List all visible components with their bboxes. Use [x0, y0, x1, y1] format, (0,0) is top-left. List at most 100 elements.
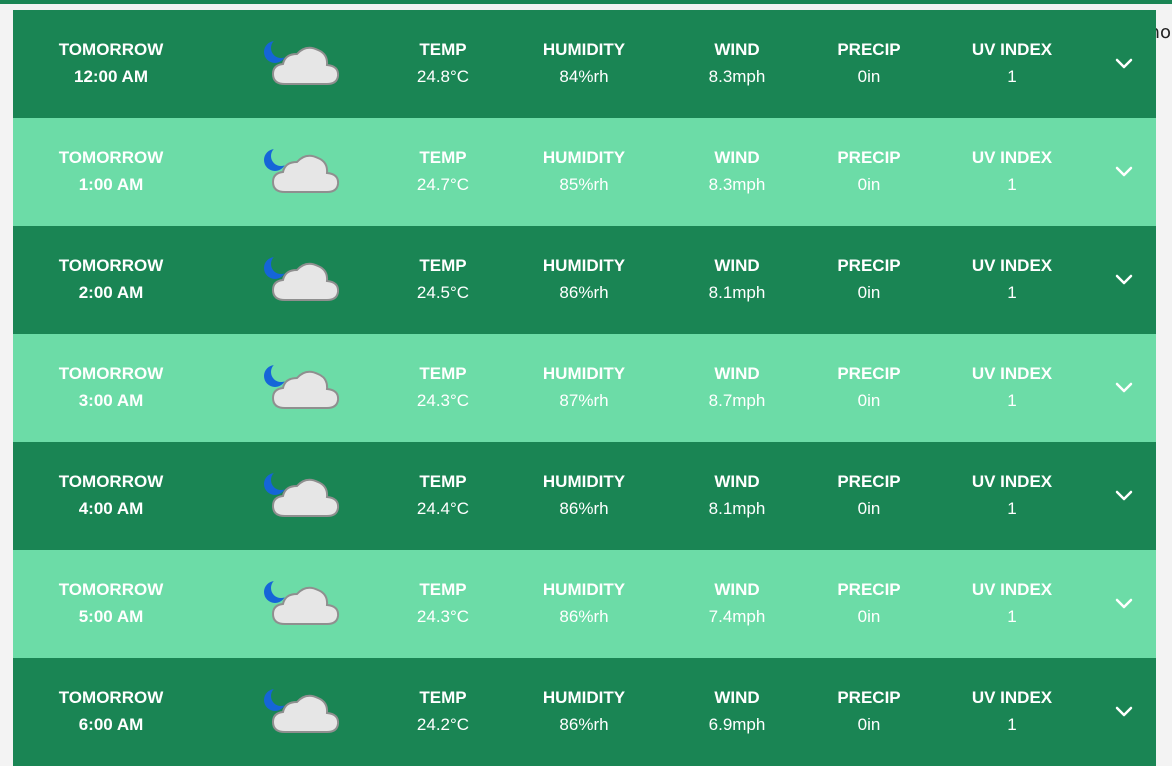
wind-label: WIND	[714, 40, 760, 59]
precip-cell: PRECIP 0in	[819, 468, 919, 522]
uv-value: 1	[1007, 391, 1017, 410]
temp-label: TEMP	[419, 40, 467, 59]
precip-value: 0in	[857, 715, 881, 734]
wind-label: WIND	[714, 688, 760, 707]
uv-cell: UV INDEX 1	[957, 684, 1067, 738]
humidity-value: 87%rh	[559, 391, 609, 410]
temp-label: TEMP	[419, 364, 467, 383]
day-label: TOMORROW	[58, 40, 164, 59]
partly-cloudy-night-icon	[259, 682, 343, 742]
humidity-value: 85%rh	[559, 175, 609, 194]
time-cell: TOMORROW 2:00 AM	[33, 252, 189, 306]
temp-value: 24.3°C	[416, 391, 470, 410]
precip-label: PRECIP	[837, 148, 901, 167]
temp-cell: TEMP 24.8°C	[393, 36, 493, 90]
chevron-down-icon[interactable]	[1111, 268, 1137, 290]
uv-value: 1	[1007, 715, 1017, 734]
wind-cell: WIND 8.3mph	[687, 36, 787, 90]
temp-value: 24.8°C	[416, 67, 470, 86]
day-label: TOMORROW	[58, 148, 164, 167]
uv-value: 1	[1007, 67, 1017, 86]
chevron-down-icon[interactable]	[1111, 52, 1137, 74]
day-label: TOMORROW	[58, 580, 164, 599]
time-label: 3:00 AM	[78, 391, 144, 410]
partly-cloudy-night-icon	[259, 466, 343, 526]
time-cell: TOMORROW 5:00 AM	[33, 576, 189, 630]
precip-cell: PRECIP 0in	[819, 576, 919, 630]
humidity-value: 86%rh	[559, 499, 609, 518]
precip-cell: PRECIP 0in	[819, 252, 919, 306]
time-cell: TOMORROW 6:00 AM	[33, 684, 189, 738]
partly-cloudy-night-icon	[259, 34, 343, 94]
temp-label: TEMP	[419, 580, 467, 599]
day-label: TOMORROW	[58, 364, 164, 383]
forecast-row[interactable]: TOMORROW 5:00 AM TEMP 24.3°C HUMIDITY 86…	[13, 550, 1156, 658]
wind-cell: WIND 8.1mph	[687, 468, 787, 522]
precip-value: 0in	[857, 175, 881, 194]
forecast-row[interactable]: TOMORROW 2:00 AM TEMP 24.5°C HUMIDITY 86…	[13, 226, 1156, 334]
wind-label: WIND	[714, 256, 760, 275]
uv-value: 1	[1007, 175, 1017, 194]
uv-cell: UV INDEX 1	[957, 36, 1067, 90]
humidity-cell: HUMIDITY 84%rh	[529, 36, 639, 90]
humidity-label: HUMIDITY	[542, 688, 626, 707]
time-label: 2:00 AM	[78, 283, 144, 302]
time-label: 12:00 AM	[73, 67, 148, 86]
partly-cloudy-night-icon	[259, 358, 343, 418]
uv-cell: UV INDEX 1	[957, 252, 1067, 306]
hourly-forecast-list: TOMORROW 12:00 AM TEMP 24.8°C HUMIDITY 8…	[13, 10, 1156, 766]
humidity-cell: HUMIDITY 85%rh	[529, 144, 639, 198]
uv-value: 1	[1007, 283, 1017, 302]
time-cell: TOMORROW 12:00 AM	[33, 36, 189, 90]
day-label: TOMORROW	[58, 688, 164, 707]
chevron-down-icon[interactable]	[1111, 376, 1137, 398]
uv-label: UV INDEX	[971, 40, 1053, 59]
wind-label: WIND	[714, 148, 760, 167]
forecast-row[interactable]: TOMORROW 3:00 AM TEMP 24.3°C HUMIDITY 87…	[13, 334, 1156, 442]
temp-label: TEMP	[419, 256, 467, 275]
chevron-down-icon[interactable]	[1111, 592, 1137, 614]
uv-label: UV INDEX	[971, 364, 1053, 383]
precip-value: 0in	[857, 607, 881, 626]
precip-label: PRECIP	[837, 40, 901, 59]
temp-value: 24.5°C	[416, 283, 470, 302]
wind-value: 8.1mph	[708, 283, 766, 302]
time-cell: TOMORROW 4:00 AM	[33, 468, 189, 522]
uv-cell: UV INDEX 1	[957, 576, 1067, 630]
precip-value: 0in	[857, 283, 881, 302]
humidity-label: HUMIDITY	[542, 148, 626, 167]
precip-cell: PRECIP 0in	[819, 36, 919, 90]
forecast-row[interactable]: TOMORROW 6:00 AM TEMP 24.2°C HUMIDITY 86…	[13, 658, 1156, 766]
temp-cell: TEMP 24.3°C	[393, 576, 493, 630]
wind-cell: WIND 8.1mph	[687, 252, 787, 306]
wind-value: 8.7mph	[708, 391, 766, 410]
wind-value: 8.1mph	[708, 499, 766, 518]
time-cell: TOMORROW 3:00 AM	[33, 360, 189, 414]
time-label: 6:00 AM	[78, 715, 144, 734]
time-label: 1:00 AM	[78, 175, 144, 194]
chevron-down-icon[interactable]	[1111, 484, 1137, 506]
day-label: TOMORROW	[58, 256, 164, 275]
forecast-row[interactable]: TOMORROW 12:00 AM TEMP 24.8°C HUMIDITY 8…	[13, 10, 1156, 118]
humidity-value: 86%rh	[559, 715, 609, 734]
humidity-cell: HUMIDITY 86%rh	[529, 684, 639, 738]
humidity-cell: HUMIDITY 87%rh	[529, 360, 639, 414]
temp-label: TEMP	[419, 148, 467, 167]
partly-cloudy-night-icon	[259, 574, 343, 634]
precip-value: 0in	[857, 391, 881, 410]
forecast-row[interactable]: TOMORROW 1:00 AM TEMP 24.7°C HUMIDITY 85…	[13, 118, 1156, 226]
day-label: TOMORROW	[58, 472, 164, 491]
uv-label: UV INDEX	[971, 580, 1053, 599]
precip-cell: PRECIP 0in	[819, 360, 919, 414]
temp-cell: TEMP 24.4°C	[393, 468, 493, 522]
chevron-down-icon[interactable]	[1111, 160, 1137, 182]
forecast-row[interactable]: TOMORROW 4:00 AM TEMP 24.4°C HUMIDITY 86…	[13, 442, 1156, 550]
temp-cell: TEMP 24.2°C	[393, 684, 493, 738]
humidity-label: HUMIDITY	[542, 472, 626, 491]
uv-label: UV INDEX	[971, 472, 1053, 491]
humidity-label: HUMIDITY	[542, 364, 626, 383]
uv-cell: UV INDEX 1	[957, 468, 1067, 522]
humidity-label: HUMIDITY	[542, 256, 626, 275]
chevron-down-icon[interactable]	[1111, 700, 1137, 722]
precip-cell: PRECIP 0in	[819, 144, 919, 198]
